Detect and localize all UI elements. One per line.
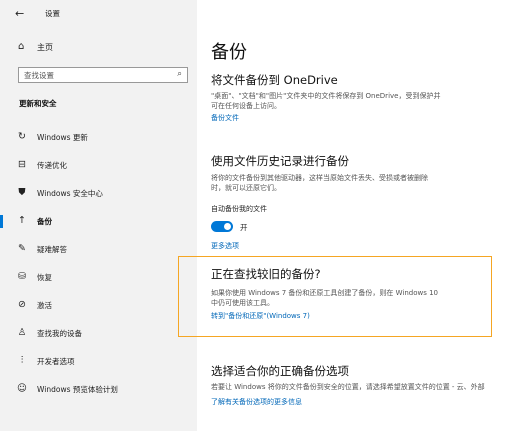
highlight-box <box>178 256 492 337</box>
sidebar-item-label: 疑难解答 <box>37 245 67 254</box>
activation-icon: ⊘ <box>18 299 26 310</box>
delivery-optimization-icon: ⊟ <box>18 159 26 170</box>
title-bar: ← 设置 <box>0 0 197 28</box>
auto-backup-label: 自动备份我的文件 <box>211 205 267 213</box>
sidebar-item-troubleshoot[interactable]: ✎ 疑难解答 <box>0 240 197 260</box>
sidebar-item-label: 备份 <box>37 217 52 226</box>
section-title: 更新和安全 <box>19 99 57 108</box>
file-history-desc-line-2: 时，就可以还原它们。 <box>211 184 281 192</box>
onedrive-desc-line-1: "桌面"、"文档"和"图片"文件夹中的文件将保存到 OneDrive，受到保护并 <box>211 92 441 100</box>
file-history-heading: 使用文件历史记录进行备份 <box>211 154 349 168</box>
sidebar-item-delivery-optimization[interactable]: ⊟ 传递优化 <box>0 156 197 176</box>
sidebar-item-label: Windows 预览体验计划 <box>37 385 118 394</box>
file-history-description: 将你的文件备份到其他驱动器，这样当原始文件丢失、受损或者被删除 时，就可以还原它… <box>211 173 428 193</box>
search-input[interactable]: 查找设置 ⌕ <box>18 67 188 83</box>
search-placeholder: 查找设置 <box>24 71 54 80</box>
sidebar-item-label: 激活 <box>37 301 52 310</box>
sidebar-item-find-my-device[interactable]: ♙ 查找我的设备 <box>0 324 197 344</box>
backup-files-link[interactable]: 备份文件 <box>211 113 239 123</box>
sidebar-item-label: 开发者选项 <box>37 357 75 366</box>
backup-icon: ↑ <box>18 215 26 226</box>
sidebar-item-label: 主页 <box>37 43 53 52</box>
find-device-icon: ♙ <box>17 327 27 338</box>
auto-backup-toggle[interactable] <box>211 221 233 232</box>
file-history-desc-line-1: 将你的文件备份到其他驱动器，这样当原始文件丢失、受损或者被删除 <box>211 174 428 182</box>
sidebar-item-label: 传递优化 <box>37 161 67 170</box>
onedrive-desc-line-2: 可在任何设备上访问。 <box>211 102 281 110</box>
shield-icon: ⛊ <box>18 187 26 198</box>
learn-more-link[interactable]: 了解有关备份选项的更多信息 <box>211 397 302 407</box>
more-options-link[interactable]: 更多选项 <box>211 241 239 251</box>
home-icon: ⌂ <box>18 41 25 52</box>
sidebar-item-developer-options[interactable]: ⫶ 开发者选项 <box>0 352 197 372</box>
toggle-knob <box>224 223 231 230</box>
backup-content: 备份 将文件备份到 OneDrive "桌面"、"文档"和"图片"文件夹中的文件… <box>197 0 523 431</box>
choose-backup-heading: 选择适合你的正确备份选项 <box>211 364 349 378</box>
page-title: 备份 <box>211 42 247 63</box>
sidebar-item-insider-program[interactable]: ☺ Windows 预览体验计划 <box>0 380 197 400</box>
settings-sidebar: ← 设置 ⌂ 主页 查找设置 ⌕ 更新和安全 ↻ Windows 更新 ⊟ 传递… <box>0 0 197 431</box>
sidebar-item-label: Windows 更新 <box>37 133 88 142</box>
sidebar-item-windows-update[interactable]: ↻ Windows 更新 <box>0 128 197 148</box>
onedrive-description: "桌面"、"文档"和"图片"文件夹中的文件将保存到 OneDrive，受到保护并… <box>211 91 440 111</box>
search-icon[interactable]: ⌕ <box>177 69 182 79</box>
sidebar-item-recovery[interactable]: ⛁ 恢复 <box>0 268 197 288</box>
onedrive-heading: 将文件备份到 OneDrive <box>211 73 338 87</box>
sidebar-item-label: Windows 安全中心 <box>37 189 103 198</box>
sidebar-item-label: 恢复 <box>37 273 52 282</box>
choose-backup-description: 若要让 Windows 将你的文件备份到安全的位置，请选择希望放置文件的位置 -… <box>211 383 485 391</box>
sidebar-item-activation[interactable]: ⊘ 激活 <box>0 296 197 316</box>
recovery-icon: ⛁ <box>18 271 26 282</box>
back-arrow-icon[interactable]: ← <box>15 7 24 20</box>
sidebar-item-label: 查找我的设备 <box>37 329 82 338</box>
developer-icon: ⫶ <box>20 355 24 366</box>
sidebar-item-windows-security[interactable]: ⛊ Windows 安全中心 <box>0 184 197 204</box>
sidebar-item-home[interactable]: ⌂ 主页 <box>0 40 197 56</box>
insider-icon: ☺ <box>17 383 27 394</box>
wrench-icon: ✎ <box>18 243 26 254</box>
sidebar-item-backup[interactable]: ↑ 备份 <box>0 212 197 232</box>
refresh-icon: ↻ <box>18 131 26 142</box>
active-indicator <box>0 215 3 228</box>
toggle-state: 开 <box>240 223 248 232</box>
window-title: 设置 <box>45 9 60 18</box>
